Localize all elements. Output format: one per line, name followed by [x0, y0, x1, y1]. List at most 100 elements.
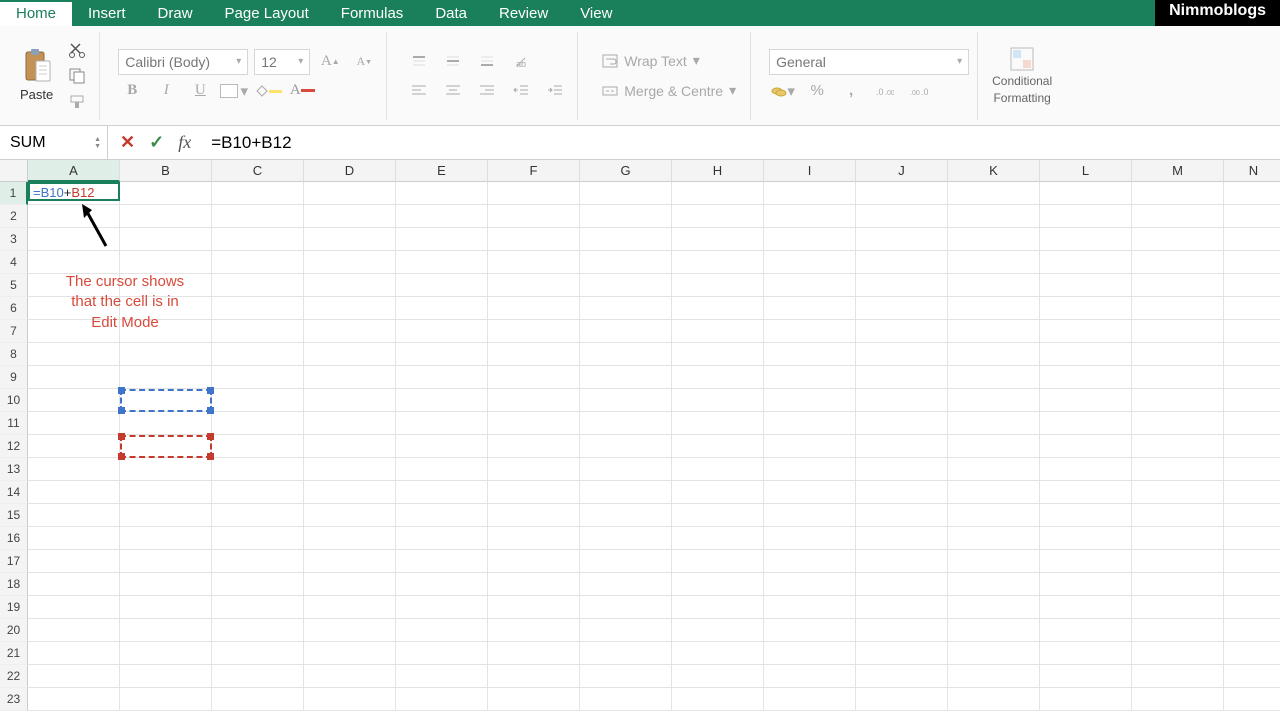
cell[interactable] [212, 412, 304, 435]
row-header-2[interactable]: 2 [0, 205, 28, 228]
cell[interactable] [764, 573, 856, 596]
cell[interactable] [120, 688, 212, 711]
cell[interactable] [212, 251, 304, 274]
cell[interactable] [856, 182, 948, 205]
row-header-10[interactable]: 10 [0, 389, 28, 412]
name-box[interactable]: SUM ▲▼ [0, 126, 108, 160]
cell[interactable] [1132, 182, 1224, 205]
cell[interactable] [856, 665, 948, 688]
column-header-c[interactable]: C [212, 160, 304, 182]
row-header-1[interactable]: 1 [0, 182, 28, 205]
row-header-17[interactable]: 17 [0, 550, 28, 573]
cell[interactable] [1224, 458, 1280, 481]
cell[interactable] [948, 205, 1040, 228]
cell[interactable] [396, 182, 488, 205]
cell[interactable] [856, 320, 948, 343]
cell[interactable] [1224, 619, 1280, 642]
cell[interactable] [120, 527, 212, 550]
format-painter-button[interactable] [63, 90, 91, 114]
column-header-k[interactable]: K [948, 160, 1040, 182]
cell[interactable] [304, 527, 396, 550]
cell[interactable] [1132, 596, 1224, 619]
cell[interactable] [672, 619, 764, 642]
cell[interactable] [1224, 573, 1280, 596]
cell[interactable] [764, 205, 856, 228]
cell[interactable] [304, 481, 396, 504]
percent-button[interactable]: % [803, 79, 831, 103]
cell[interactable] [764, 274, 856, 297]
cell[interactable] [396, 205, 488, 228]
cell[interactable] [764, 458, 856, 481]
cell[interactable] [856, 550, 948, 573]
cell[interactable] [396, 389, 488, 412]
cell[interactable] [1224, 504, 1280, 527]
cell[interactable] [672, 297, 764, 320]
cell[interactable] [212, 550, 304, 573]
cell[interactable] [304, 366, 396, 389]
cell[interactable] [396, 297, 488, 320]
wrap-text-button[interactable]: Wrap Text▾ [596, 48, 742, 74]
align-middle-button[interactable] [439, 50, 467, 74]
conditional-formatting-button[interactable]: ConditionalFormatting [988, 46, 1056, 105]
cell[interactable] [488, 366, 580, 389]
cell[interactable] [28, 435, 120, 458]
cell[interactable] [488, 527, 580, 550]
cell[interactable] [856, 297, 948, 320]
tab-data[interactable]: Data [419, 0, 483, 26]
cell[interactable] [488, 642, 580, 665]
formula-input[interactable] [203, 133, 1280, 153]
cell[interactable] [1224, 527, 1280, 550]
cell[interactable] [764, 435, 856, 458]
cell[interactable] [1132, 228, 1224, 251]
cell[interactable] [580, 573, 672, 596]
cell[interactable] [396, 412, 488, 435]
cell[interactable] [580, 665, 672, 688]
cell[interactable] [672, 320, 764, 343]
cell[interactable] [948, 435, 1040, 458]
increase-font-button[interactable]: A▲ [316, 50, 344, 74]
cell[interactable] [488, 550, 580, 573]
cell[interactable] [948, 182, 1040, 205]
cell[interactable] [948, 366, 1040, 389]
cell[interactable] [1040, 550, 1132, 573]
decrease-indent-button[interactable] [507, 78, 535, 102]
cell[interactable] [1040, 366, 1132, 389]
merge-centre-button[interactable]: Merge & Centre▾ [596, 78, 742, 104]
cell[interactable] [580, 504, 672, 527]
cell[interactable] [1040, 573, 1132, 596]
cell[interactable] [488, 619, 580, 642]
cell[interactable] [580, 228, 672, 251]
cell[interactable] [304, 274, 396, 297]
cell[interactable] [212, 688, 304, 711]
cell[interactable] [1224, 596, 1280, 619]
cell[interactable] [856, 458, 948, 481]
cell[interactable] [856, 619, 948, 642]
copy-button[interactable] [63, 64, 91, 88]
cut-button[interactable] [63, 38, 91, 62]
cell[interactable] [488, 688, 580, 711]
cell[interactable] [856, 527, 948, 550]
cell[interactable] [488, 320, 580, 343]
cell[interactable] [1040, 527, 1132, 550]
cell[interactable] [120, 665, 212, 688]
cell[interactable] [396, 619, 488, 642]
cell[interactable] [1224, 320, 1280, 343]
cell[interactable] [580, 481, 672, 504]
cell[interactable] [1132, 504, 1224, 527]
cell[interactable] [488, 458, 580, 481]
cell[interactable] [764, 366, 856, 389]
row-header-9[interactable]: 9 [0, 366, 28, 389]
cell[interactable] [856, 688, 948, 711]
cell[interactable] [1132, 251, 1224, 274]
tab-home[interactable]: Home [0, 0, 72, 26]
cell[interactable] [948, 596, 1040, 619]
increase-indent-button[interactable] [541, 78, 569, 102]
cell[interactable] [304, 458, 396, 481]
cell[interactable] [1132, 366, 1224, 389]
column-header-e[interactable]: E [396, 160, 488, 182]
column-header-h[interactable]: H [672, 160, 764, 182]
cell[interactable] [304, 343, 396, 366]
cell[interactable] [396, 435, 488, 458]
cell[interactable] [28, 389, 120, 412]
cell[interactable] [1040, 343, 1132, 366]
